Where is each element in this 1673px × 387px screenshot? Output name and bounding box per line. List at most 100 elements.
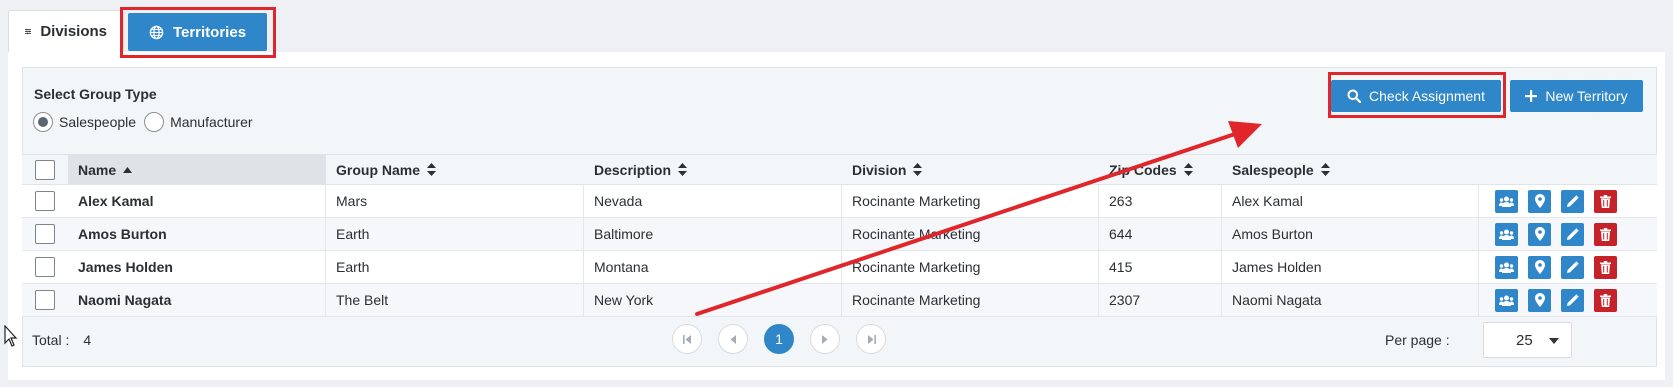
per-page-select[interactable]: 25 (1483, 322, 1572, 358)
column-header-salespeople[interactable]: Salespeople (1222, 155, 1479, 184)
cell-description: Nevada (584, 185, 842, 217)
next-page-icon[interactable] (810, 324, 840, 354)
row-actions (1479, 251, 1657, 283)
last-page-icon[interactable] (856, 324, 886, 354)
cell-name: Naomi Nagata (68, 284, 326, 316)
column-header-group-name[interactable]: Group Name (326, 155, 584, 184)
column-header-salespeople-label: Salespeople (1232, 161, 1314, 178)
group-type-label: Select Group Type (34, 86, 157, 102)
table-row: James Holden Earth Montana Rocinante Mar… (22, 251, 1657, 284)
cell-salespeople: Alex Kamal (1222, 185, 1479, 217)
radio-salespeople-indicator[interactable] (33, 112, 53, 132)
tab-divisions-label: Divisions (40, 23, 107, 40)
row-checkbox-cell (22, 185, 68, 217)
per-page-value: 25 (1516, 331, 1533, 349)
sort-icon (427, 163, 437, 176)
total-count: Total : 4 (32, 332, 91, 348)
row-checkbox[interactable] (35, 290, 55, 310)
row-checkbox[interactable] (35, 257, 55, 277)
column-header-zip-codes-label: Zip Codes (1109, 161, 1177, 178)
edit-icon[interactable] (1561, 222, 1584, 246)
total-label: Total : (32, 332, 70, 348)
prev-page-icon[interactable] (718, 324, 748, 354)
cell-zip-codes: 2307 (1099, 284, 1222, 316)
row-checkbox[interactable] (35, 224, 55, 244)
group-type-radio-group: Salespeople Manufacturer (33, 112, 261, 132)
cell-salespeople: James Holden (1222, 251, 1479, 283)
tab-territories[interactable]: Territories (128, 13, 267, 51)
table-row: Amos Burton Earth Baltimore Rocinante Ma… (22, 218, 1657, 251)
column-header-zip-codes[interactable]: Zip Codes (1099, 155, 1222, 184)
column-header-division[interactable]: Division (842, 155, 1099, 184)
users-icon[interactable] (1495, 222, 1518, 246)
cell-group-name: The Belt (326, 284, 584, 316)
cell-group-name: Earth (326, 218, 584, 250)
select-all-checkbox[interactable] (35, 159, 55, 180)
cell-salespeople: Naomi Nagata (1222, 284, 1479, 316)
users-icon[interactable] (1495, 189, 1518, 213)
first-page-icon[interactable] (672, 324, 702, 354)
sliders-icon (25, 28, 32, 35)
users-icon[interactable] (1495, 255, 1518, 279)
cell-division: Rocinante Marketing (842, 284, 1099, 316)
row-actions (1479, 284, 1657, 316)
table-footer: Total : 4 1 Per page : 25 (32, 318, 1642, 362)
column-header-name[interactable]: Name (68, 155, 326, 184)
cell-group-name: Earth (326, 251, 584, 283)
row-checkbox-cell (22, 251, 68, 283)
new-territory-button[interactable]: New Territory (1510, 80, 1643, 112)
total-value: 4 (83, 332, 92, 348)
trash-icon[interactable] (1594, 189, 1617, 213)
sort-icon (1320, 163, 1330, 176)
sort-icon (678, 163, 688, 176)
globe-icon (149, 25, 164, 39)
caret-down-icon (1549, 338, 1559, 344)
radio-salespeople[interactable]: Salespeople (33, 112, 136, 132)
map-pin-icon[interactable] (1528, 189, 1551, 213)
cell-name: James Holden (68, 251, 326, 283)
row-checkbox[interactable] (35, 191, 55, 211)
column-header-actions (1479, 155, 1657, 184)
column-header-division-label: Division (852, 161, 907, 178)
territories-table: Name Group Name Description Division Zip… (22, 154, 1657, 317)
trash-icon[interactable] (1594, 255, 1617, 279)
column-header-description[interactable]: Description (584, 155, 842, 184)
radio-salespeople-label: Salespeople (59, 114, 137, 130)
edit-icon[interactable] (1561, 255, 1584, 279)
cell-zip-codes: 644 (1099, 218, 1222, 250)
tab-territories-label: Territories (172, 23, 247, 41)
cell-description: Baltimore (584, 218, 842, 250)
radio-manufacturer[interactable]: Manufacturer (144, 112, 253, 132)
pagination: 1 (672, 324, 886, 354)
mouse-cursor-icon (4, 325, 18, 347)
tab-bar: Divisions Territories (8, 10, 267, 52)
cell-name: Amos Burton (68, 218, 326, 250)
plus-icon (1525, 90, 1538, 102)
map-pin-icon[interactable] (1528, 255, 1551, 279)
row-actions (1479, 218, 1657, 250)
page-number-button[interactable]: 1 (764, 324, 794, 354)
column-header-name-label: Name (78, 161, 117, 178)
cell-name: Alex Kamal (68, 185, 326, 217)
per-page-label: Per page : (1385, 332, 1450, 348)
row-actions (1479, 185, 1657, 217)
users-icon[interactable] (1495, 288, 1518, 312)
edit-icon[interactable] (1561, 189, 1584, 213)
radio-manufacturer-label: Manufacturer (170, 114, 253, 130)
edit-icon[interactable] (1561, 288, 1584, 312)
radio-manufacturer-indicator[interactable] (144, 112, 165, 132)
cell-division: Rocinante Marketing (842, 218, 1099, 250)
table-header: Name Group Name Description Division Zip… (22, 154, 1657, 185)
select-all-cell (22, 155, 68, 184)
trash-icon[interactable] (1594, 288, 1617, 312)
trash-icon[interactable] (1594, 222, 1617, 246)
cell-zip-codes: 415 (1099, 251, 1222, 283)
tab-divisions[interactable]: Divisions (8, 10, 124, 52)
table-row: Alex Kamal Mars Nevada Rocinante Marketi… (22, 185, 1657, 218)
cell-description: Montana (584, 251, 842, 283)
search-icon (1347, 89, 1362, 103)
new-territory-label: New Territory (1545, 88, 1628, 104)
check-assignment-button[interactable]: Check Assignment (1331, 80, 1501, 112)
map-pin-icon[interactable] (1528, 222, 1551, 246)
map-pin-icon[interactable] (1528, 288, 1551, 312)
